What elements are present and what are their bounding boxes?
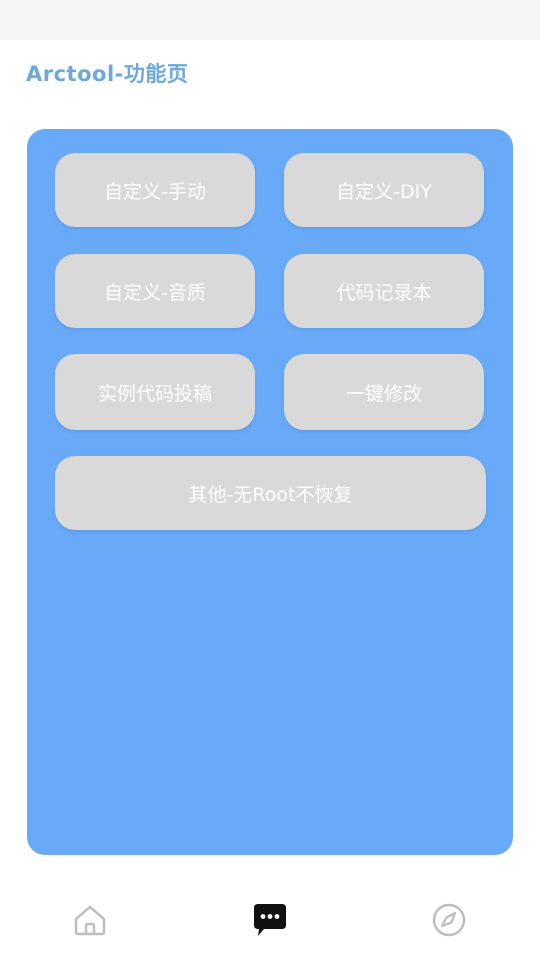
custom-manual-button[interactable]: 自定义-手动 [55, 153, 255, 227]
compass-icon [432, 903, 466, 937]
status-bar [0, 0, 540, 40]
nav-discover-tab[interactable] [429, 900, 469, 940]
code-notebook-button[interactable]: 代码记录本 [284, 254, 484, 328]
other-no-root-no-restore-button[interactable]: 其他-无Root不恢复 [55, 456, 486, 530]
submit-example-code-button[interactable]: 实例代码投稿 [55, 354, 255, 430]
chat-bubble-icon [254, 904, 286, 936]
page-title: Arctool-功能页 [26, 62, 189, 86]
one-click-modify-button[interactable]: 一键修改 [284, 354, 484, 430]
nav-home-tab[interactable] [70, 900, 110, 940]
custom-diy-button[interactable]: 自定义-DIY [284, 153, 484, 227]
bottom-nav [0, 880, 540, 960]
custom-audio-quality-button[interactable]: 自定义-音质 [55, 254, 255, 328]
nav-chat-tab[interactable] [250, 900, 290, 940]
home-icon [74, 905, 106, 936]
